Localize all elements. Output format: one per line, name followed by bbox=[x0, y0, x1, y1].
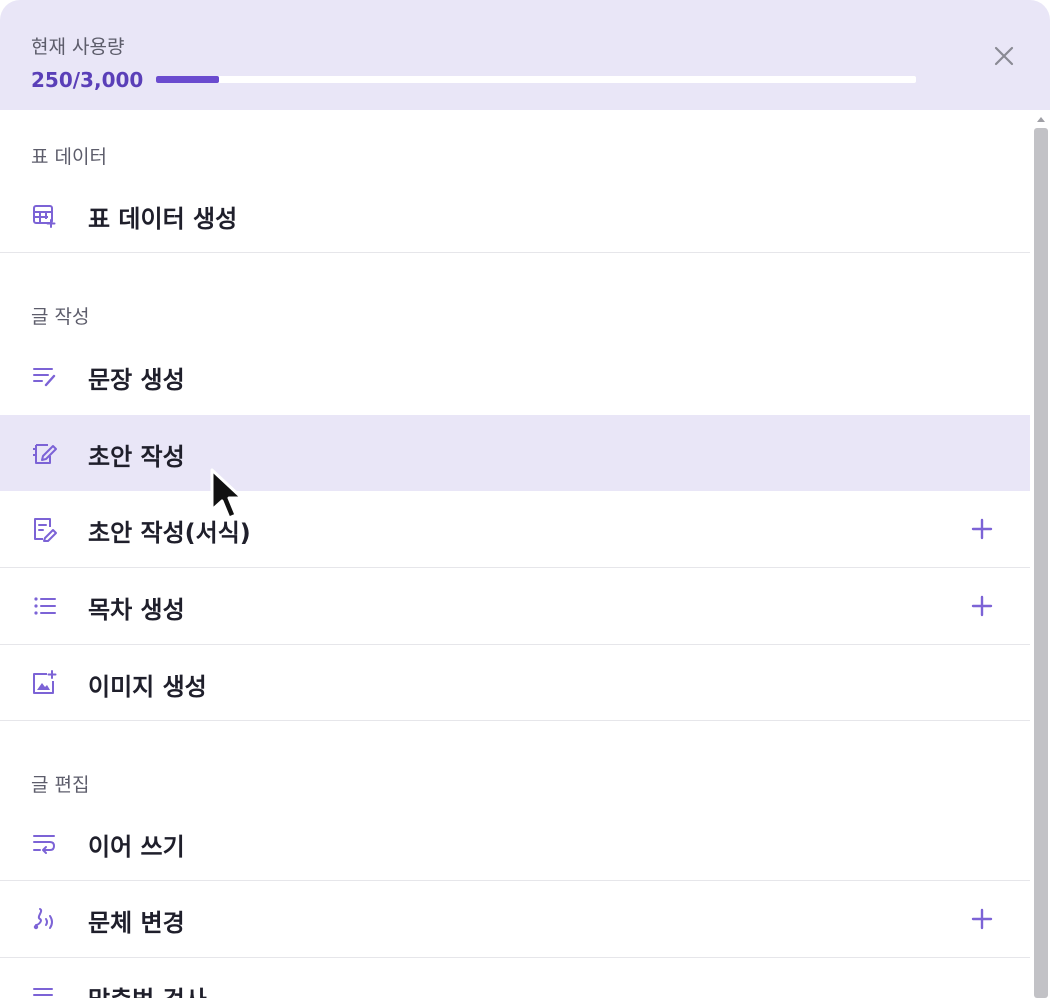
usage-value: 250/3,000 bbox=[31, 68, 144, 92]
menu-item-label: 초안 작성 bbox=[88, 443, 185, 471]
menu-item-spell-check[interactable]: 맞춤법 검사 bbox=[0, 958, 1030, 998]
menu-item-draft-write[interactable]: 초안 작성 bbox=[0, 415, 1030, 491]
section-label-writing: 글 작성 bbox=[31, 306, 90, 328]
usage-label: 현재 사용량 bbox=[31, 36, 125, 58]
section-label-table-data: 표 데이터 bbox=[31, 146, 107, 168]
scrollbar-thumb[interactable] bbox=[1034, 128, 1048, 998]
feature-list: 표 데이터 표 데이터 생성 글 작성 문장 생성 초안 작성 초안 작성(서식… bbox=[0, 110, 1030, 998]
table-add-icon bbox=[33, 205, 56, 228]
menu-item-continue-writing[interactable]: 이어 쓰기 bbox=[0, 805, 1030, 881]
usage-header: 현재 사용량 250/3,000 bbox=[0, 0, 1050, 110]
image-add-icon bbox=[33, 670, 57, 694]
section-divider bbox=[0, 252, 1030, 253]
section-divider bbox=[0, 720, 1030, 721]
close-icon bbox=[994, 46, 1014, 66]
draft-pen-icon bbox=[33, 444, 57, 464]
wrap-text-icon bbox=[33, 835, 56, 854]
section-label-editing: 글 편집 bbox=[31, 774, 90, 796]
lines-pen-icon bbox=[33, 368, 56, 387]
close-button[interactable] bbox=[986, 38, 1022, 74]
menu-item-image-generate[interactable]: 이미지 생성 bbox=[0, 645, 1030, 721]
scroll-up-arrow-icon[interactable] bbox=[1035, 114, 1047, 124]
add-icon[interactable] bbox=[968, 905, 996, 933]
menu-item-table-data-generate[interactable]: 표 데이터 생성 bbox=[0, 177, 1030, 253]
menu-item-label: 문체 변경 bbox=[88, 909, 185, 937]
menu-item-sentence-generate[interactable]: 문장 생성 bbox=[0, 338, 1030, 414]
menu-item-label: 문장 생성 bbox=[88, 366, 185, 394]
menu-item-label: 이어 쓰기 bbox=[88, 833, 185, 861]
menu-item-draft-write-format[interactable]: 초안 작성(서식) bbox=[0, 491, 1030, 567]
lines-icon bbox=[33, 988, 53, 996]
ai-assistant-panel: 현재 사용량 250/3,000 표 데이터 표 데이터 생성 글 작성 문장 … bbox=[0, 0, 1050, 998]
usage-progress-fill bbox=[156, 76, 220, 83]
menu-item-toc-generate[interactable]: 목차 생성 bbox=[0, 568, 1030, 644]
add-icon[interactable] bbox=[968, 515, 996, 543]
list-icon bbox=[34, 597, 56, 615]
style-wave-icon bbox=[33, 908, 53, 930]
menu-item-label: 초안 작성(서식) bbox=[88, 519, 251, 547]
add-icon[interactable] bbox=[968, 592, 996, 620]
menu-item-label: 표 데이터 생성 bbox=[88, 205, 238, 233]
menu-item-label: 맞춤법 검사 bbox=[88, 980, 207, 998]
document-pen-icon bbox=[34, 518, 57, 542]
menu-item-label: 목차 생성 bbox=[88, 596, 185, 624]
usage-progress-bar bbox=[156, 76, 916, 83]
menu-item-label: 이미지 생성 bbox=[88, 673, 207, 701]
menu-item-style-change[interactable]: 문체 변경 bbox=[0, 881, 1030, 957]
